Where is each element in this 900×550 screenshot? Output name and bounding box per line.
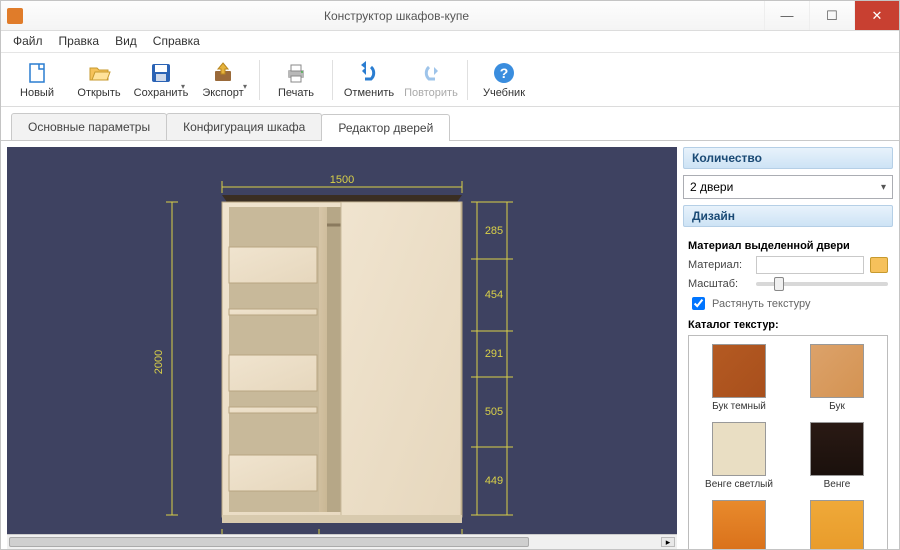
open-button[interactable]: Открыть [69,55,129,105]
swatch-icon [712,344,766,398]
new-button[interactable]: Новый [7,55,67,105]
material-label: Материал: [688,259,750,271]
menu-file[interactable]: Файл [5,31,51,52]
dim-seg-r-4: 449 [485,475,503,487]
redo-icon [419,61,443,85]
material-section-title: Материал выделенной двери [688,240,888,252]
door-count-value: 2 двери [690,180,733,194]
scale-slider[interactable] [756,282,888,286]
export-icon [211,61,235,85]
app-window: Конструктор шкафов-купе — ☐ ✕ Файл Правк… [0,0,900,550]
save-button[interactable]: ▾ Сохранить [131,55,191,105]
swatch-item[interactable] [795,500,879,549]
dim-width: 1500 [330,174,354,186]
undo-button[interactable]: Отменить [339,55,399,105]
new-file-icon [25,61,49,85]
slider-thumb[interactable] [774,277,784,291]
horizontal-scrollbar-thumb[interactable] [9,537,529,547]
help-icon: ? [492,61,516,85]
tab-config[interactable]: Конфигурация шкафа [166,113,322,140]
toolbar-separator [332,60,333,100]
toolbar-separator [259,60,260,100]
save-icon [149,61,173,85]
maximize-button[interactable]: ☐ [809,1,854,30]
dim-seg-r-0: 285 [485,225,503,237]
dim-seg-r-2: 291 [485,348,503,360]
stretch-texture-checkbox[interactable]: Растянуть текстуру [688,294,888,313]
scroll-right-button[interactable]: ▸ [661,537,675,547]
tab-strip: Основные параметры Конфигурация шкафа Ре… [1,107,899,141]
design-canvas[interactable]: 1500 2000 [7,147,677,549]
menu-bar: Файл Правка Вид Справка [1,31,899,53]
swatch-dark-beech[interactable]: Бук темный [697,344,781,412]
swatch-wenge-light[interactable]: Венге светлый [697,422,781,490]
swatch-item[interactable] [697,500,781,549]
tutorial-button[interactable]: ? Учебник [474,55,534,105]
redo-button[interactable]: Повторить [401,55,461,105]
window-title: Конструктор шкафов-купе [29,9,764,23]
app-icon [7,8,23,24]
stretch-checkbox-input[interactable] [692,297,705,310]
swatch-icon [712,500,766,549]
design-header: Дизайн [683,205,893,227]
quantity-header: Количество [683,147,893,169]
browse-material-icon[interactable] [870,257,888,273]
printer-icon [284,61,308,85]
titlebar: Конструктор шкафов-купе — ☐ ✕ [1,1,899,31]
tab-params[interactable]: Основные параметры [11,113,167,140]
tab-doors[interactable]: Редактор дверей [321,114,450,141]
close-button[interactable]: ✕ [854,1,899,30]
window-controls: — ☐ ✕ [764,1,899,30]
svg-text:?: ? [500,65,509,81]
dim-height: 2000 [153,350,165,374]
main-area: 1500 2000 [1,141,899,549]
door-count-select[interactable]: 2 двери ▾ [683,175,893,199]
scale-label: Масштаб: [688,278,750,290]
dim-seg-r-1: 454 [485,289,503,301]
swatch-icon [810,422,864,476]
design-section: Материал выделенной двери Материал: Масш… [683,233,893,549]
dim-seg-r-3: 505 [485,406,503,418]
folder-open-icon [87,61,111,85]
minimize-button[interactable]: — [764,1,809,30]
texture-catalog[interactable]: Бук темный Бук Венге светлый Венге [688,335,888,549]
catalog-label: Каталог текстур: [688,319,888,331]
print-button[interactable]: Печать [266,55,326,105]
right-panel: Количество 2 двери ▾ Дизайн Материал выд… [683,147,893,549]
swatch-icon [712,422,766,476]
swatch-icon [810,344,864,398]
swatch-icon [810,500,864,549]
export-button[interactable]: ▾ Экспорт [193,55,253,105]
chevron-down-icon: ▾ [881,182,886,193]
swatch-wenge[interactable]: Венге [795,422,879,490]
chevron-down-icon: ▾ [243,82,247,91]
chevron-down-icon: ▾ [181,82,185,91]
toolbar: Новый Открыть ▾ Сохранить ▾ Экспорт [1,53,899,107]
swatch-beech[interactable]: Бук [795,344,879,412]
menu-edit[interactable]: Правка [51,31,108,52]
toolbar-separator [467,60,468,100]
material-input[interactable] [756,256,864,274]
undo-icon [357,61,381,85]
menu-help[interactable]: Справка [145,31,208,52]
menu-view[interactable]: Вид [107,31,145,52]
